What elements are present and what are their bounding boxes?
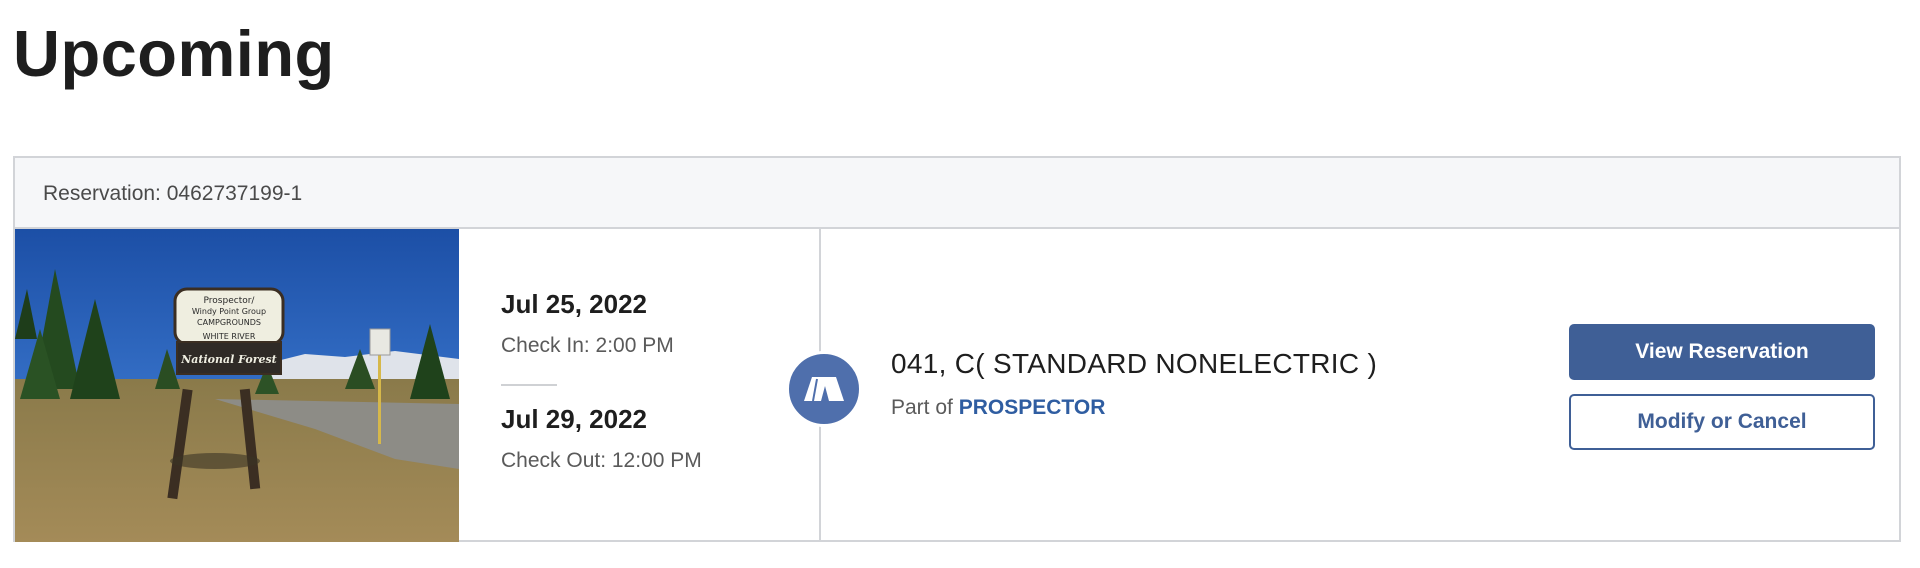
date-divider — [501, 384, 557, 386]
sign-line-1: Prospector/ — [204, 296, 256, 306]
site-name: 041, C( STANDARD NONELECTRIC ) — [891, 348, 1378, 379]
check-in-date: Jul 25, 2022 — [501, 289, 647, 319]
view-reservation-button[interactable]: View Reservation — [1569, 324, 1875, 380]
check-out-date: Jul 29, 2022 — [501, 404, 647, 434]
modify-or-cancel-button[interactable]: Modify or Cancel — [1569, 394, 1875, 450]
part-of-prefix: Part of — [891, 396, 953, 419]
page-title: Upcoming — [13, 17, 335, 90]
check-out-time: Check Out: 12:00 PM — [501, 449, 702, 472]
sign-line-4: WHITE RIVER — [203, 332, 256, 341]
tent-icon — [786, 351, 862, 427]
part-of-text: Part of PROSPECTOR — [891, 396, 1105, 420]
sign-line-3: CAMPGROUNDS — [197, 318, 261, 327]
park-link[interactable]: PROSPECTOR — [959, 396, 1106, 419]
sign-line-2: Windy Point Group — [192, 307, 266, 316]
reservation-card: Reservation: 0462737199-1 Prospector/ Wi… — [13, 156, 1901, 542]
sign-line-5: National Forest — [180, 353, 277, 366]
reservation-number: Reservation: 0462737199-1 — [43, 182, 303, 205]
campground-photo: Prospector/ Windy Point Group CAMPGROUND… — [15, 229, 459, 542]
reservation-dates: Jul 25, 2022 Check In: 2:00 PM Jul 29, 2… — [459, 229, 821, 542]
campground-photo-image: Prospector/ Windy Point Group CAMPGROUND… — [15, 229, 459, 542]
reservation-header: Reservation: 0462737199-1 — [15, 158, 1899, 229]
check-in-time: Check In: 2:00 PM — [501, 334, 674, 357]
